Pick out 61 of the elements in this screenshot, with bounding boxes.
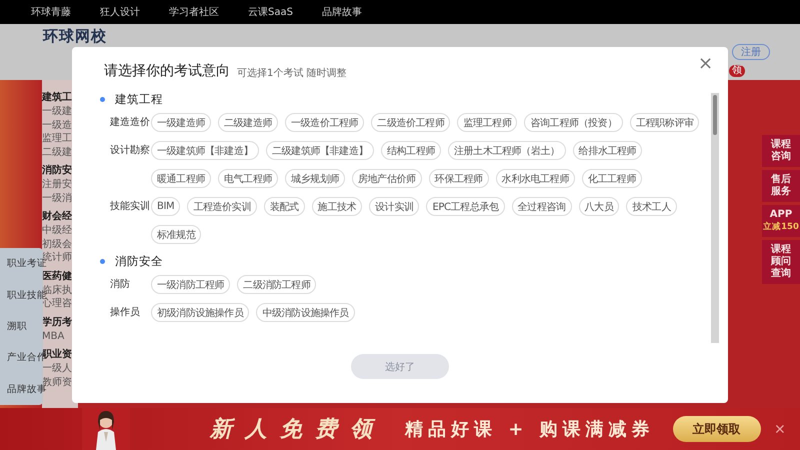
- exam-tag[interactable]: 房地产估价师: [352, 169, 422, 188]
- exam-tag[interactable]: 注册土木工程师（岩土）: [448, 141, 566, 160]
- exam-tag[interactable]: 一级造价工程师: [285, 113, 364, 132]
- exam-tag[interactable]: 设计实训: [369, 197, 420, 216]
- dialog-title: 请选择你的考试意向: [104, 62, 230, 80]
- exam-tag[interactable]: 二级消防工程师: [237, 275, 316, 294]
- logo[interactable]: 环球网校: [43, 27, 107, 46]
- bullet-icon: [100, 258, 105, 264]
- close-button[interactable]: ×: [698, 54, 714, 74]
- exam-tag[interactable]: 二级建筑师【非建造】: [266, 141, 374, 160]
- float-button[interactable]: 售后 服务: [762, 170, 800, 202]
- exam-tag[interactable]: 监理工程师: [457, 113, 518, 132]
- exam-tag[interactable]: 给排水工程师: [572, 141, 642, 160]
- banner-slogan: 精品好课 + 购课满减券: [405, 418, 655, 441]
- float-button[interactable]: 课程 咨询: [762, 135, 800, 167]
- nav-link[interactable]: 狂人设计: [100, 5, 140, 19]
- exam-tag[interactable]: 暖通工程师: [151, 169, 212, 188]
- group-label: 消防: [110, 278, 131, 292]
- exam-tag[interactable]: 城乡规划师: [285, 169, 346, 188]
- exam-tag[interactable]: 一级建筑师【非建造】: [151, 141, 260, 160]
- float-button[interactable]: 课程 顾问 查询: [762, 240, 800, 284]
- float-button[interactable]: APP 立减150: [762, 205, 800, 237]
- exam-tag[interactable]: 水利水电工程师: [496, 169, 575, 188]
- nav-link[interactable]: 品牌故事: [322, 5, 362, 19]
- exam-tag[interactable]: BIM: [151, 197, 180, 216]
- exam-tag[interactable]: 全过程咨询: [512, 197, 572, 216]
- exam-tag[interactable]: 二级建造师: [218, 113, 278, 132]
- exam-tag[interactable]: 八大员: [578, 197, 620, 216]
- exam-tag[interactable]: 一级建造师: [151, 113, 212, 132]
- exam-tag[interactable]: 标准规范: [151, 225, 202, 244]
- exam-tag[interactable]: 技术工人: [626, 197, 677, 216]
- exam-tag[interactable]: 化工工程师: [582, 169, 642, 188]
- banner-headline: 新人免费领: [210, 416, 385, 444]
- exam-tag[interactable]: 一级消防工程师: [151, 275, 230, 294]
- exam-tag[interactable]: 工程造价实训: [187, 197, 257, 216]
- exam-tag[interactable]: EPC工程总承包: [426, 197, 505, 216]
- claim-button[interactable]: 立即领取: [672, 416, 761, 442]
- dialog-subtitle: 可选择1个考试 随时调整: [237, 66, 347, 80]
- group-label: 操作员: [110, 306, 141, 320]
- exam-tag[interactable]: 结构工程师: [381, 141, 442, 160]
- exam-tag[interactable]: 初级消防设施操作员: [151, 303, 250, 322]
- group-label: 技能实训: [110, 200, 151, 214]
- scrollbar[interactable]: [711, 93, 719, 343]
- nav-link[interactable]: 学习者社区: [169, 5, 219, 19]
- nav-link[interactable]: 云课SaaS: [248, 5, 293, 19]
- group-label: 设计勘察: [110, 144, 151, 158]
- exam-tag[interactable]: 二级造价工程师: [371, 113, 450, 132]
- exam-tag[interactable]: 工程职称评审: [630, 113, 700, 132]
- side-nav-item[interactable]: 溯职: [0, 310, 43, 342]
- exam-tag[interactable]: 施工技术: [312, 197, 362, 216]
- exam-tag[interactable]: 装配式: [264, 197, 305, 216]
- exam-tag[interactable]: 环保工程师: [428, 169, 489, 188]
- section-title: 消防安全: [115, 254, 163, 268]
- badge: 领: [729, 65, 745, 77]
- exam-tag[interactable]: 电气工程师: [218, 169, 278, 188]
- nav-link[interactable]: 环球青藤: [31, 5, 71, 19]
- group-label: 建造造价: [110, 116, 151, 130]
- exam-tag[interactable]: 中级消防设施操作员: [256, 303, 355, 322]
- exam-tag[interactable]: 咨询工程师（投资）: [524, 113, 623, 132]
- section-title: 建筑工程: [115, 92, 163, 106]
- bullet-icon: [100, 96, 105, 102]
